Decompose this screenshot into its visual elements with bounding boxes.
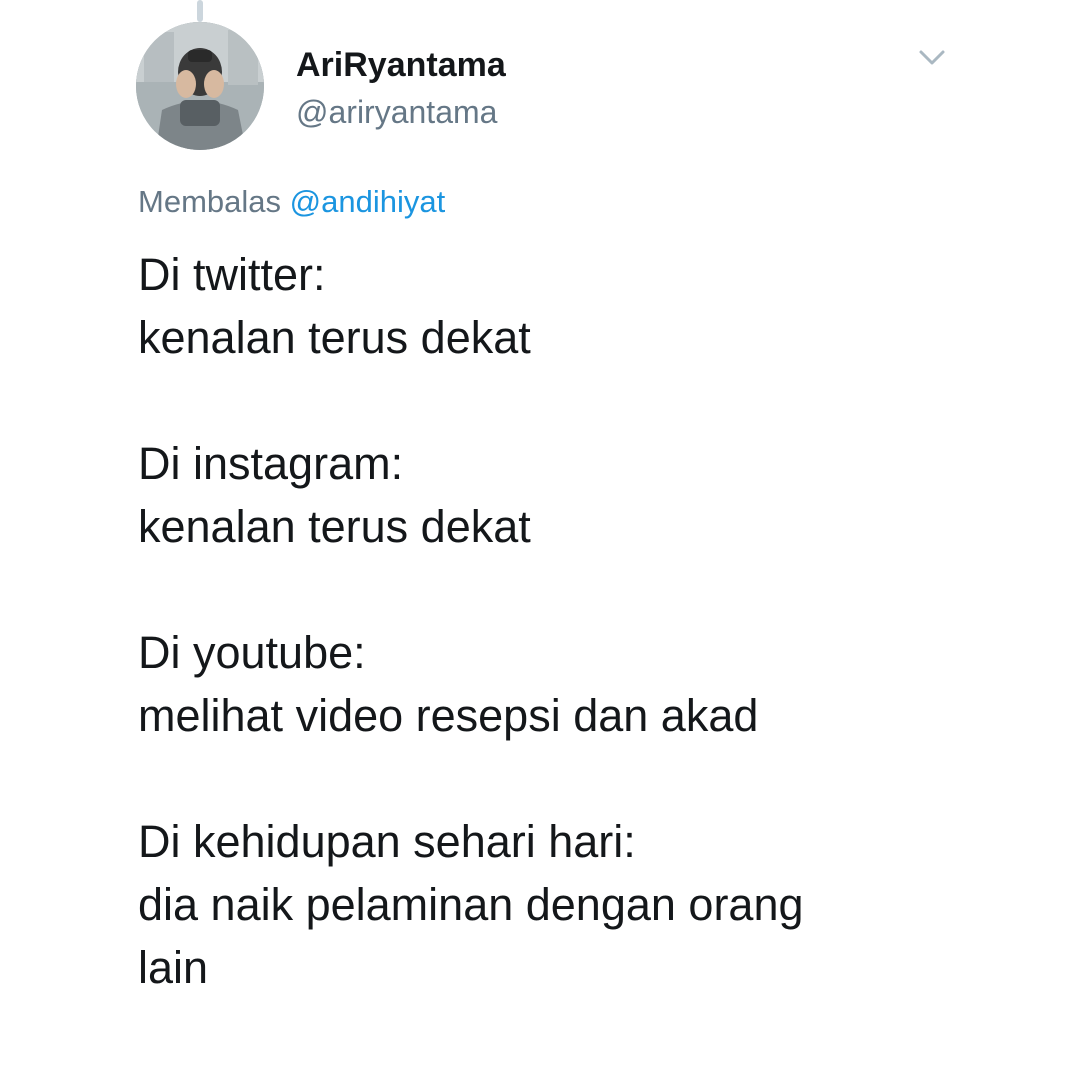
tweet-menu-button[interactable] <box>914 40 950 76</box>
tweet-line: Di instagram: <box>138 438 404 489</box>
tweet-line: Di youtube: <box>138 627 366 678</box>
thread-connector-line <box>197 0 203 22</box>
reply-prefix: Membalas <box>138 184 281 219</box>
tweet-text: Di twitter: kenalan terus dekat Di insta… <box>138 243 958 999</box>
avatar[interactable] <box>136 22 264 150</box>
tweet-line: Di kehidupan sehari hari: <box>138 816 636 867</box>
chevron-down-icon <box>919 50 945 65</box>
author-display-name[interactable]: AriRyantama <box>296 45 506 85</box>
tweet-line: lain <box>138 942 209 993</box>
tweet-line: dia naik pelaminan dengan orang <box>138 879 804 930</box>
tweet-line: kenalan terus dekat <box>138 501 531 552</box>
author-handle[interactable]: @ariryantama <box>296 92 497 132</box>
reply-mention-link[interactable]: @andihiyat <box>290 184 446 219</box>
tweet-line: Di twitter: <box>138 249 326 300</box>
tweet-line: kenalan terus dekat <box>138 312 531 363</box>
tweet-line: melihat video resepsi dan akad <box>138 690 759 741</box>
reply-context: Membalas @andihiyat <box>138 182 445 222</box>
profile-photo-avatar-icon <box>136 22 264 150</box>
